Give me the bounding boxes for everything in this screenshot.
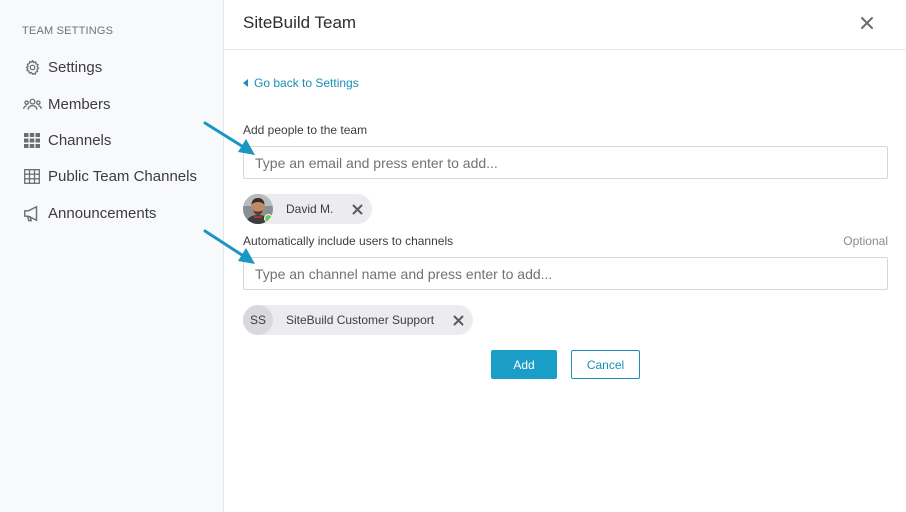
close-button[interactable] bbox=[858, 14, 876, 32]
optional-label: Optional bbox=[843, 234, 888, 248]
people-chip: David M. bbox=[243, 194, 373, 224]
people-field-label: Add people to the team bbox=[243, 123, 368, 137]
online-status-dot bbox=[264, 214, 273, 223]
table-icon bbox=[22, 166, 42, 186]
add-button[interactable]: Add bbox=[491, 350, 557, 379]
cancel-button[interactable]: Cancel bbox=[571, 350, 640, 379]
sidebar-item-label: Announcements bbox=[48, 204, 157, 222]
annotation-arrow-icon bbox=[203, 229, 255, 264]
page-title: SiteBuild Team bbox=[243, 13, 357, 32]
channels-field-label: Automatically include users to channels bbox=[243, 234, 454, 248]
people-email-input[interactable] bbox=[243, 146, 888, 179]
sidebar-item-label: Settings bbox=[48, 58, 103, 76]
chip-label: SiteBuild Customer Support bbox=[286, 313, 435, 327]
sidebar-item-members[interactable]: Members bbox=[22, 92, 212, 116]
sidebar-item-label: Channels bbox=[48, 131, 112, 149]
close-icon bbox=[453, 315, 464, 325]
back-link-label: Go back to Settings bbox=[254, 76, 359, 90]
sidebar-item-announcements[interactable]: Announcements bbox=[22, 201, 212, 225]
annotation-arrow-icon bbox=[203, 121, 255, 155]
close-icon bbox=[858, 17, 876, 36]
channel-initials-avatar: SS bbox=[243, 305, 273, 335]
members-icon bbox=[22, 94, 42, 114]
grid-icon bbox=[22, 130, 42, 150]
header: SiteBuild Team bbox=[224, 0, 906, 50]
gear-icon bbox=[22, 57, 42, 77]
main-panel: SiteBuild Team Go back to Settings Add p… bbox=[224, 0, 906, 512]
chip-label: David M. bbox=[286, 202, 334, 216]
sidebar-item-label: Public Team Channels bbox=[48, 167, 197, 185]
sidebar-item-label: Members bbox=[48, 95, 111, 113]
remove-chip-button[interactable] bbox=[351, 203, 363, 215]
sidebar-item-public-team-channels[interactable]: Public Team Channels bbox=[22, 164, 212, 188]
sidebar-heading: TEAM SETTINGS bbox=[22, 25, 114, 37]
sidebar-item-settings[interactable]: Settings bbox=[22, 55, 212, 79]
channel-chip: SS SiteBuild Customer Support bbox=[243, 305, 474, 335]
sidebar-item-channels[interactable]: Channels bbox=[22, 128, 212, 152]
channel-name-input[interactable] bbox=[243, 257, 888, 290]
remove-chip-button[interactable] bbox=[452, 314, 464, 326]
back-to-settings-link[interactable]: Go back to Settings bbox=[243, 76, 359, 90]
avatar bbox=[243, 194, 273, 224]
caret-left-icon bbox=[243, 76, 248, 90]
sidebar: TEAM SETTINGS Settings Members Channels … bbox=[0, 0, 224, 512]
megaphone-icon bbox=[22, 203, 42, 223]
close-icon bbox=[352, 204, 363, 214]
